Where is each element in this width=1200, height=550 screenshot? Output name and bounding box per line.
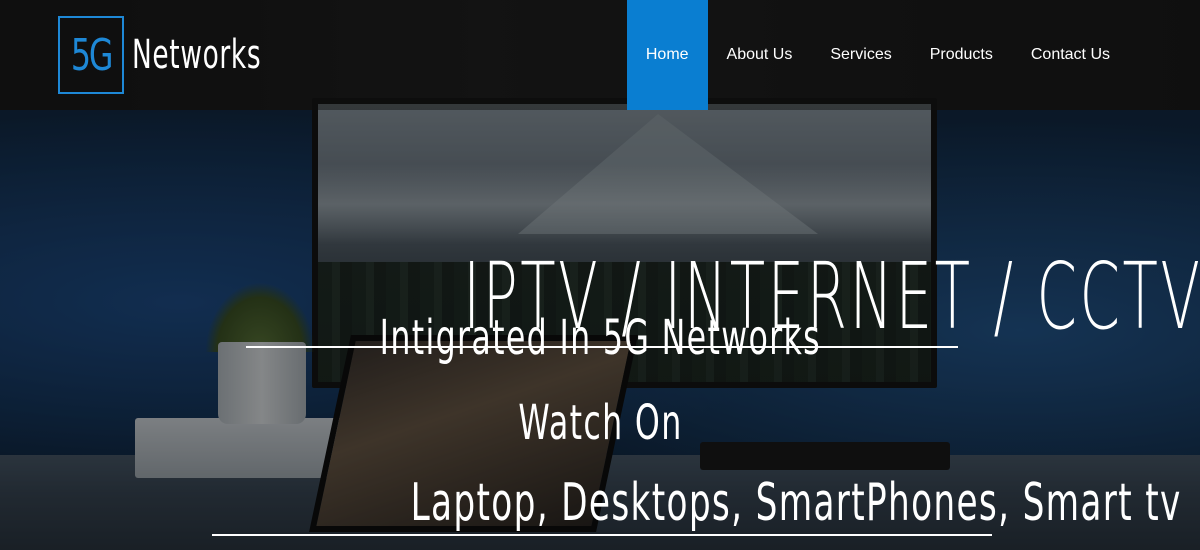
- nav-item-about-us[interactable]: About Us: [708, 0, 812, 110]
- hero-watch-label: Watch On: [0, 395, 1200, 451]
- nav-item-contact-us[interactable]: Contact Us: [1012, 0, 1129, 110]
- nav-item-services[interactable]: Services: [811, 0, 910, 110]
- hero-section: IPTV / INTERNET / CCTV Intigrated In 5G …: [0, 110, 1200, 550]
- hero-subtitle-text: Intigrated In 5G Networks: [379, 310, 821, 366]
- logo-mark: 5G: [70, 29, 114, 81]
- hero-devices: Laptop, Desktops, SmartPhones, Smart tv: [212, 474, 1180, 536]
- nav-item-products[interactable]: Products: [911, 0, 1012, 110]
- site-logo[interactable]: 5G Networks: [58, 16, 328, 94]
- logo-text: Networks: [132, 32, 262, 78]
- logo-box: 5G: [58, 16, 124, 94]
- nav-item-home[interactable]: Home: [626, 0, 708, 110]
- hero-subtitle: Intigrated In 5G Networks: [0, 310, 1200, 366]
- hero-devices-text: Laptop, Desktops, SmartPhones, Smart tv: [410, 473, 1182, 533]
- main-nav: Home About Us Services Products Contact …: [626, 0, 1129, 110]
- top-navbar: 5G Networks Home About Us Services Produ…: [0, 0, 1200, 110]
- hero-watch-text: Watch On: [517, 395, 683, 451]
